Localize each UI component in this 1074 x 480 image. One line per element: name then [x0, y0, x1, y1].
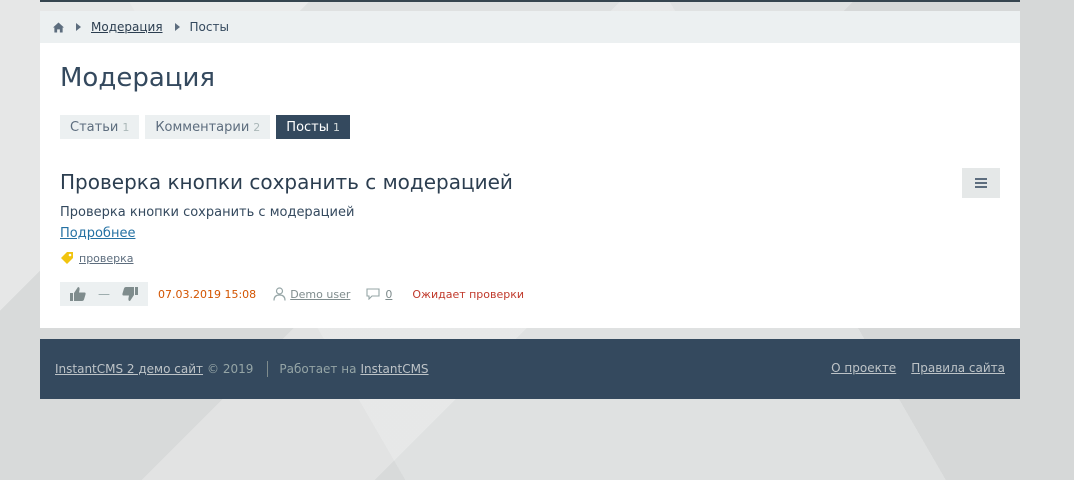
- footer-about-link[interactable]: О проекте: [831, 361, 896, 375]
- thumbs-down-icon[interactable]: [122, 287, 138, 301]
- breadcrumb-moderation-link[interactable]: Модерация: [91, 20, 163, 34]
- post-tags: проверка: [60, 251, 134, 265]
- post-menu-button[interactable]: [962, 168, 1000, 198]
- tab-count: 2: [253, 120, 261, 134]
- footer-rules-link[interactable]: Правила сайта: [911, 361, 1005, 375]
- user-icon: [273, 287, 286, 301]
- rating-widget: —: [60, 282, 148, 306]
- tab-label: Посты: [286, 119, 330, 135]
- thumbs-up-icon[interactable]: [70, 287, 86, 301]
- comment-icon: [366, 288, 380, 300]
- footer-copyright: © 2019: [207, 362, 254, 376]
- chevron-right-icon: [76, 23, 81, 31]
- post-comments: 0: [366, 288, 392, 301]
- footer-left: InstantCMS 2 демо сайт © 2019 Работает н…: [55, 361, 429, 377]
- moderation-status: Ожидает проверки: [412, 287, 525, 301]
- page-title: Модерация: [60, 63, 215, 93]
- tag-link[interactable]: проверка: [79, 252, 134, 265]
- tab-articles[interactable]: Статьи 1: [60, 115, 140, 139]
- breadcrumb-current: Посты: [189, 20, 229, 34]
- post-author: Demo user: [273, 287, 350, 301]
- footer-powered-link[interactable]: InstantCMS: [360, 362, 428, 376]
- tab-posts[interactable]: Посты 1: [276, 115, 351, 139]
- post-title[interactable]: Проверка кнопки сохранить с модерацией: [60, 170, 513, 194]
- home-icon[interactable]: [53, 21, 64, 33]
- tag-icon: [61, 252, 73, 264]
- breadcrumb: Модерация Посты: [40, 11, 1020, 43]
- footer-site-link[interactable]: InstantCMS 2 демо сайт: [55, 362, 203, 376]
- read-more-link[interactable]: Подробнее: [60, 226, 135, 241]
- comments-count-link[interactable]: 0: [385, 288, 392, 301]
- author-link[interactable]: Demo user: [290, 288, 350, 301]
- tab-count: 1: [333, 120, 341, 134]
- rating-score: —: [98, 287, 110, 301]
- top-border: [40, 0, 1020, 2]
- footer-menu: О проекте Правила сайта: [831, 361, 1005, 375]
- post-date: 07.03.2019 15:08: [158, 287, 257, 301]
- tab-label: Комментарии: [155, 119, 250, 135]
- site-footer: InstantCMS 2 демо сайт © 2019 Работает н…: [40, 339, 1020, 399]
- hamburger-icon: [975, 182, 987, 184]
- footer-powered-text: Работает на: [279, 362, 357, 376]
- tab-comments[interactable]: Комментарии 2: [145, 115, 271, 139]
- post-text: Проверка кнопки сохранить с модерацией: [60, 205, 355, 220]
- post-info-bar: — 07.03.2019 15:08 Demo user 0 Ожидает п…: [60, 282, 524, 306]
- chevron-right-icon: [174, 23, 180, 31]
- content-area: Модерация Статьи 1 Комментарии 2 Посты 1…: [40, 43, 1020, 328]
- footer-divider: [267, 361, 269, 377]
- tab-label: Статьи: [70, 119, 119, 135]
- tab-count: 1: [122, 120, 130, 134]
- moderation-tabs: Статьи 1 Комментарии 2 Посты 1: [60, 115, 351, 139]
